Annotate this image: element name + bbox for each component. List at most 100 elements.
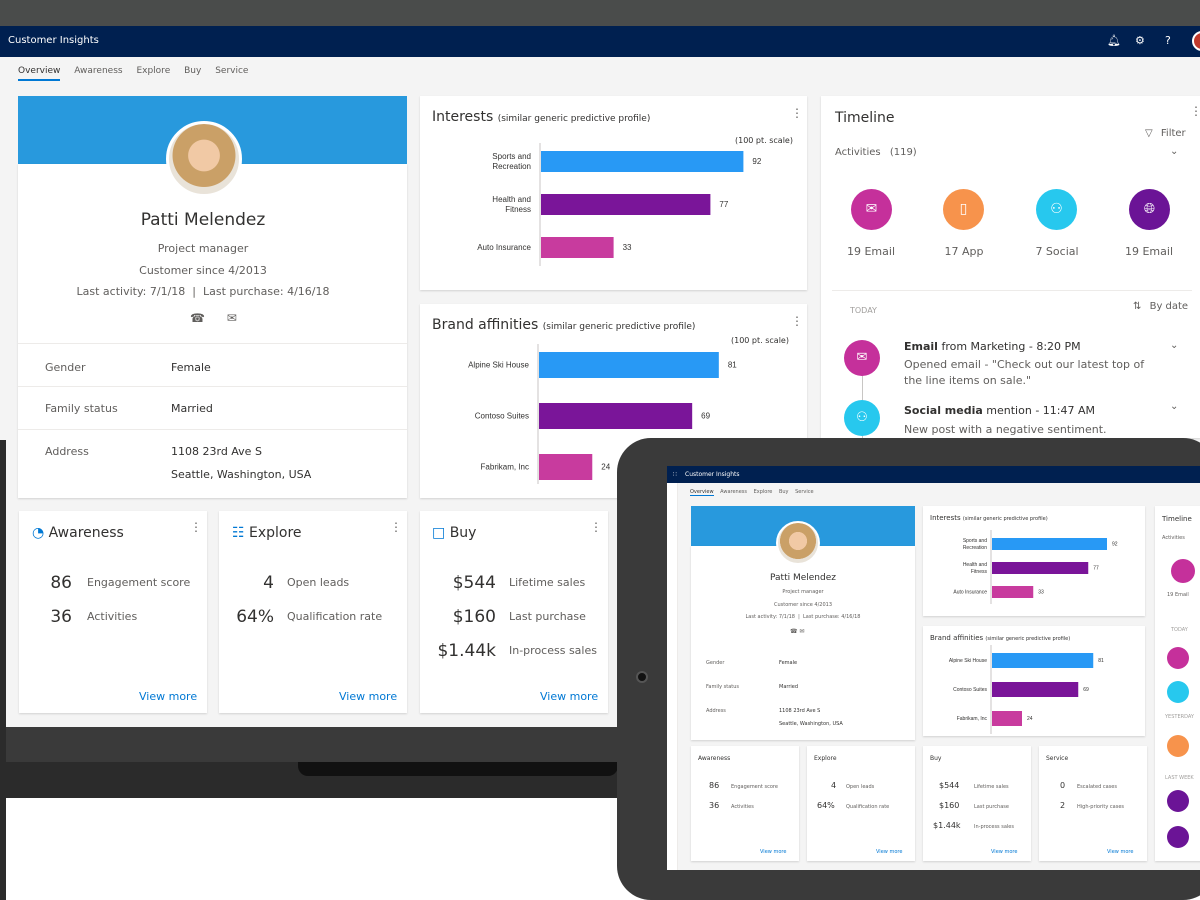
gear-icon[interactable]: ⚙: [1135, 34, 1145, 47]
open-leads-label: Open leads: [287, 576, 350, 589]
sort-label: By date: [1149, 301, 1189, 312]
profile-photo: [776, 521, 820, 565]
chart-category-label: Health and: [492, 195, 531, 204]
tablet-tabs: Overview Awareness Explore Buy Service: [690, 489, 814, 496]
lifetime-sales-value: $544: [939, 781, 960, 790]
profile-contact-actions: ☎ ✉: [790, 628, 804, 635]
tab-overview[interactable]: Overview: [18, 66, 61, 81]
tab-overview[interactable]: Overview: [690, 489, 714, 496]
chart-bar: [992, 562, 1089, 574]
explore-title: Explore: [249, 525, 302, 541]
summary-label: 7 Social: [1035, 245, 1079, 258]
chart-category-label: Health and: [963, 562, 987, 568]
email-event-icon: ✉: [844, 340, 880, 376]
app-event-icon: [1167, 735, 1189, 757]
awareness-title: Awareness: [48, 525, 124, 541]
bell-icon[interactable]: 🔔︎: [1107, 34, 1121, 47]
tab-awareness[interactable]: Awareness: [74, 66, 122, 76]
social-activity-icon[interactable]: ⚇: [1036, 189, 1077, 230]
mail-icon[interactable]: ✉: [799, 628, 804, 635]
explore-title: Explore: [814, 755, 837, 762]
view-more-link[interactable]: View more: [991, 849, 1017, 855]
more-options-icon[interactable]: ⋮: [791, 106, 803, 120]
view-more-link[interactable]: View more: [1107, 849, 1133, 855]
tab-service[interactable]: Service: [215, 66, 248, 76]
view-more-link[interactable]: View more: [876, 849, 902, 855]
timeline-title: Timeline: [835, 110, 895, 126]
chart-bar: [541, 237, 614, 258]
chart-category-label: Auto Insurance: [477, 243, 531, 252]
sort-icon: ⇅: [1133, 301, 1142, 312]
more-options-icon[interactable]: ⋮: [590, 520, 602, 534]
qualification-rate-value: 64%: [236, 607, 274, 627]
explore-header: ☷ Explore: [232, 525, 302, 541]
phone-edge: [0, 440, 6, 900]
view-more-link[interactable]: View more: [540, 690, 598, 703]
chevron-down-icon[interactable]: ⌄: [1170, 401, 1178, 412]
user-avatar[interactable]: [1192, 31, 1200, 51]
brand-title-text: Brand affinities: [930, 634, 984, 642]
email-activity-icon[interactable]: ✉: [851, 189, 892, 230]
view-more-link[interactable]: View more: [139, 690, 197, 703]
brand-subtitle: (similar generic predictive profile): [985, 636, 1071, 642]
tab-explore[interactable]: Explore: [136, 66, 170, 76]
last-purchase-value: $160: [452, 607, 496, 627]
buy-header: □ Buy: [432, 525, 476, 541]
more-options-icon[interactable]: ⋮: [791, 314, 803, 328]
last-week-section-label: LAST WEEK: [1165, 775, 1194, 781]
yesterday-section-label: YESTERDAY: [1165, 714, 1194, 720]
divider: [18, 386, 407, 387]
mail-icon[interactable]: ✉: [227, 311, 237, 325]
help-icon[interactable]: ?: [1165, 34, 1171, 47]
more-options-icon[interactable]: ⋮: [390, 520, 402, 534]
phone-icon[interactable]: ☎: [190, 311, 205, 325]
awareness-title: Awareness: [698, 755, 731, 762]
field-value-family-status: Married: [171, 402, 213, 415]
chart-value-label: 33: [623, 243, 632, 252]
more-options-icon[interactable]: ⋮: [1190, 104, 1200, 118]
interests-chart: 92 Sports andRecreation 77 Health andFitnes…: [953, 530, 1118, 604]
chevron-down-icon[interactable]: ⌄: [1170, 340, 1178, 351]
laptop-hinge: [0, 727, 640, 762]
summary-label: 19 Email: [846, 245, 895, 258]
tab-buy[interactable]: Buy: [184, 66, 201, 76]
tablet-screen: ∷ Customer Insights Overview Awareness E…: [667, 466, 1200, 870]
timeline-title: Timeline: [1162, 515, 1192, 523]
chart-value-label: 81: [1098, 658, 1104, 664]
last-purchase-label: Last purchase: [509, 610, 586, 623]
timeline-item-title[interactable]: Email from Marketing - 8:20 PM: [904, 340, 1081, 353]
sort-button[interactable]: ⇅ By date: [1133, 301, 1188, 312]
interests-chart: 92 Sports andRecreation 77 Health andFitnes…: [477, 143, 762, 266]
profile-photo: [166, 121, 242, 197]
waffle-icon[interactable]: ∷: [673, 471, 677, 478]
chart-category-label: Alpine Ski House: [468, 361, 529, 370]
divider: [18, 343, 407, 344]
chart-value-label: 69: [1083, 687, 1089, 693]
tab-awareness[interactable]: Awareness: [720, 489, 747, 495]
timeline-item-title[interactable]: Social media mention - 11:47 AM: [904, 404, 1095, 417]
filter-button[interactable]: ▽ Filter: [1145, 128, 1186, 139]
more-options-icon[interactable]: ⋮: [190, 520, 202, 534]
email-activity-icon[interactable]: [1171, 559, 1195, 583]
chart-category-label: Fitness: [971, 569, 988, 575]
view-more-link[interactable]: View more: [760, 849, 786, 855]
field-value-address-line1: 1108 23rd Ave S: [171, 445, 262, 458]
tab-buy[interactable]: Buy: [779, 489, 789, 495]
profile-activity: Last activity: 7/1/18 | Last purchase: 4…: [745, 614, 861, 620]
globe-activity-icon[interactable]: 🌐︎: [1129, 189, 1170, 230]
buy-title: Buy: [449, 525, 477, 541]
chart-value-label: 77: [719, 200, 728, 209]
map-icon: ☷: [232, 525, 245, 541]
brand-chart: 81 Alpine Ski House 69 Contoso Suites 24 Fabr…: [949, 645, 1104, 734]
chevron-down-icon[interactable]: ⌄: [1170, 146, 1178, 157]
phone-icon[interactable]: ☎: [790, 628, 797, 635]
field-value-address-line1: 1108 23rd Ave S: [779, 708, 821, 714]
field-label-gender: Gender: [45, 361, 86, 374]
chart-bar: [992, 682, 1079, 697]
chart-category-label: Sports and: [963, 538, 987, 544]
tab-service[interactable]: Service: [795, 489, 813, 495]
view-more-link[interactable]: View more: [339, 690, 397, 703]
divider: [832, 290, 1192, 291]
app-activity-icon[interactable]: ▯: [943, 189, 984, 230]
tab-explore[interactable]: Explore: [754, 489, 773, 495]
